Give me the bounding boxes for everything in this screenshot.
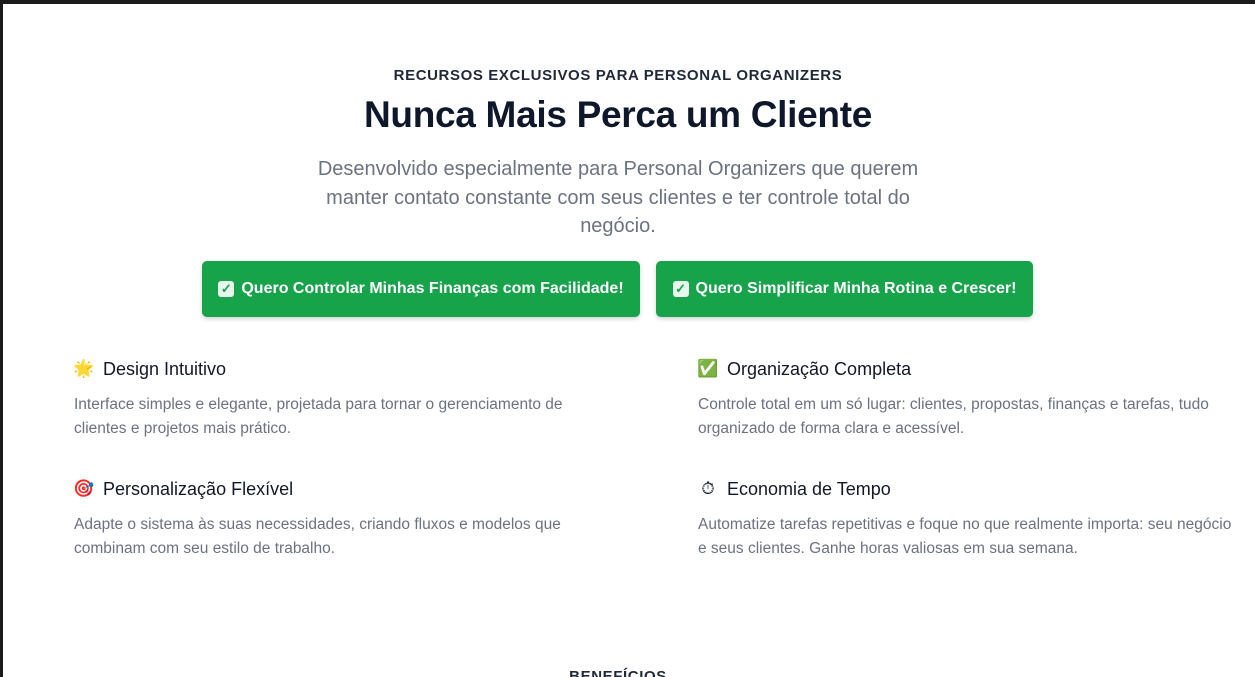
feature-title: Personalização Flexível bbox=[103, 478, 294, 499]
target-icon: 🎯 bbox=[73, 479, 95, 498]
routine-cta-label: Quero Simplificar Minha Rotina e Crescer… bbox=[695, 280, 1017, 297]
page-title: Nunca Mais Perca um Cliente bbox=[363, 94, 873, 135]
checkbox-icon: ✓ bbox=[218, 281, 235, 297]
page: RECURSOS EXCLUSIVOS PARA PERSONAL ORGANI… bbox=[3, 4, 1255, 677]
feature-title: Economia de Tempo bbox=[727, 478, 891, 499]
feature-organizacao-completa: ✅ Organização Completa Controle total em… bbox=[697, 356, 1238, 441]
stopwatch-icon: ⏱ bbox=[701, 479, 715, 498]
feature-design-intuitivo: 🌟 Design Intuitivo Interface simples e e… bbox=[73, 356, 614, 441]
feature-description: Controle total em um só lugar: clientes,… bbox=[698, 396, 1209, 437]
finance-cta-label: Quero Controlar Minhas Finanças com Faci… bbox=[241, 280, 624, 297]
feature-title: Organização Completa bbox=[727, 358, 912, 379]
feature-personalizacao-flexivel: 🎯 Personalização Flexível Adapte o siste… bbox=[73, 476, 614, 561]
sun-icon: 🌟 bbox=[73, 359, 95, 378]
feature-description: Automatize tarefas repetitivas e foque n… bbox=[698, 516, 1232, 557]
checkbox-icon: ✓ bbox=[672, 281, 689, 297]
next-section-eyebrow: BENEFÍCIOS bbox=[569, 668, 667, 677]
feature-description: Adapte o sistema às suas necessidades, c… bbox=[74, 516, 561, 557]
feature-economia-de-tempo: ⏱ Economia de Tempo Automatize tarefas r… bbox=[698, 476, 1238, 561]
section-subtitle: Desenvolvido especialmente para Personal… bbox=[317, 158, 919, 237]
routine-cta-button[interactable]: ✓ Quero Simplificar Minha Rotina e Cresc… bbox=[656, 261, 1033, 317]
check-mark-icon: ✅ bbox=[697, 359, 719, 378]
finance-cta-button[interactable]: ✓ Quero Controlar Minhas Finanças com Fa… bbox=[202, 261, 640, 317]
feature-description: Interface simples e elegante, projetada … bbox=[74, 396, 563, 437]
section-eyebrow: RECURSOS EXCLUSIVOS PARA PERSONAL ORGANI… bbox=[393, 67, 843, 84]
feature-title: Design Intuitivo bbox=[103, 358, 227, 379]
